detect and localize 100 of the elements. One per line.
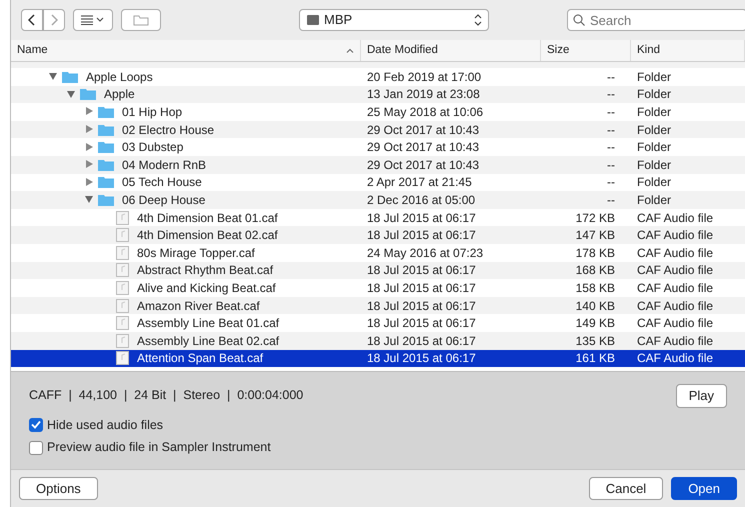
date-cell-text: 18 Jul 2015 at 06:17 [366, 210, 477, 227]
folder-name: 05 Tech House [122, 174, 202, 192]
drive-icon [306, 14, 320, 26]
date-cell-text: 24 May 2016 at 07:23 [366, 244, 484, 262]
size-cell-text: 178 KB [574, 244, 616, 262]
column-header[interactable]: Name [17, 42, 48, 60]
file-row[interactable]: Assembly Line Beat 02.caf 18 Jul 2015 at 06:17 135 KB CAF Audio file [11, 332, 745, 350]
size-cell-text: -- [606, 139, 616, 156]
size-cell-text: -- [606, 86, 616, 104]
back-button[interactable] [21, 9, 43, 31]
column-header[interactable]: Size [547, 42, 570, 60]
file-row[interactable]: Assembly Line Beat 01.caf 18 Jul 2015 at 06:17 149 KB CAF Audio file [11, 314, 745, 332]
audio-file-icon [116, 263, 129, 278]
file-row[interactable]: 80s Mirage Topper.caf 24 May 2016 at 07:23 178 KB CAF Audio file [11, 244, 745, 262]
date-cell-text: 29 Oct 2017 at 10:43 [366, 139, 480, 156]
dialog-button[interactable]: Cancel [588, 476, 664, 500]
play-button[interactable]: Play [676, 384, 727, 408]
size-cell-text: -- [606, 174, 616, 192]
disclosure-triangle-icon[interactable] [85, 178, 94, 187]
audio-file-icon [116, 246, 129, 260]
date-cell-text: 29 Oct 2017 at 10:43 [366, 122, 480, 139]
file-row[interactable]: 01 Hip Hop 25 May 2018 at 10:06 -- Folder [11, 103, 745, 121]
audio-info: CAFF | 44,100 | 24 Bit | Stereo | 0:00:04:000 [29, 387, 304, 404]
file-row[interactable]: 06 Deep House 2 Dec 2016 at 05:00 -- Folder [11, 191, 745, 209]
disclosure-triangle-icon[interactable] [67, 90, 76, 99]
date-cell-text: 18 Jul 2015 at 06:17 [366, 227, 477, 244]
folder-name: 01 Hip Hop [122, 104, 182, 121]
disclosure-triangle-icon[interactable] [85, 125, 94, 134]
size-cell-text: -- [606, 192, 616, 209]
file-row[interactable]: 4th Dimension Beat 02.caf 18 Jul 2015 at 06:17 147 KB CAF Audio file [11, 226, 745, 244]
location-dropdown[interactable]: MBP [299, 9, 489, 31]
folder-icon [98, 122, 114, 137]
audio-file-icon [116, 280, 129, 295]
file-name: Amazon River Beat.caf [137, 298, 260, 315]
file-row[interactable]: 03 Dubstep 29 Oct 2017 at 10:43 -- Folder [11, 138, 745, 156]
folder-icon [80, 87, 96, 102]
size-cell-text: -- [606, 68, 616, 86]
kind-cell-text: CAF Audio file [636, 280, 714, 297]
checkbox[interactable] [29, 418, 43, 432]
search-field[interactable]: Search [567, 9, 745, 31]
file-row[interactable]: 04 Modern RnB 29 Oct 2017 at 10:43 -- Folder [11, 156, 745, 174]
kind-cell-text: CAF Audio file [636, 227, 714, 244]
disclosure-triangle-icon[interactable] [85, 195, 94, 204]
folder-icon [98, 158, 114, 172]
date-cell-text: 25 May 2018 at 10:06 [366, 104, 484, 121]
folder-name: Apple Loops [86, 68, 153, 86]
size-cell-text: 161 KB [574, 350, 616, 368]
date-cell-text: 18 Jul 2015 at 06:17 [366, 280, 477, 297]
size-cell-text: 172 KB [574, 210, 616, 227]
disclosure-triangle-icon[interactable] [85, 107, 94, 116]
file-name: Assembly Line Beat 02.caf [137, 332, 280, 350]
file-name: Attention Span Beat.caf [137, 350, 264, 368]
disclosure-triangle-icon[interactable] [85, 142, 94, 152]
option-label: Preview audio file in Sampler Instrument [47, 439, 271, 456]
file-name: Alive and Kicking Beat.caf [137, 280, 276, 297]
file-row[interactable]: Attention Span Beat.caf 18 Jul 2015 at 06:17 161 KB CAF Audio file [11, 350, 745, 368]
audio-file-icon [116, 298, 129, 313]
audio-file-icon [116, 351, 129, 366]
disclosure-triangle-icon[interactable] [49, 72, 58, 82]
date-cell-text: 18 Jul 2015 at 06:17 [366, 332, 477, 350]
file-row[interactable]: Alive and Kicking Beat.caf 18 Jul 2015 at 06:17 158 KB CAF Audio file [11, 279, 745, 297]
new-folder-button[interactable] [121, 9, 161, 31]
kind-cell-text: Folder [636, 174, 672, 192]
column-header[interactable]: Date Modified [367, 42, 438, 60]
checkbox[interactable] [29, 440, 43, 455]
dialog-button[interactable]: Open [671, 476, 737, 500]
folder-icon [98, 192, 114, 207]
file-row[interactable]: Abstract Rhythm Beat.caf 18 Jul 2015 at 06:17 168 KB CAF Audio file [11, 262, 745, 280]
view-menu-button[interactable] [73, 9, 113, 31]
kind-cell-text: Folder [636, 122, 672, 139]
chevron-right-icon [50, 14, 58, 26]
kind-cell-text: Folder [636, 104, 672, 121]
file-row[interactable]: 05 Tech House 2 Apr 2017 at 21:45 -- Folder [11, 174, 745, 192]
folder-name: 04 Modern RnB [122, 156, 206, 174]
date-cell-text: 18 Jul 2015 at 06:17 [366, 350, 477, 368]
updown-icon [474, 14, 482, 26]
column-header[interactable]: Kind [637, 42, 660, 60]
file-name: 4th Dimension Beat 02.caf [137, 227, 278, 244]
disclosure-triangle-icon[interactable] [85, 160, 94, 170]
file-row[interactable]: Apple Loops 20 Feb 2019 at 17:00 -- Folder [11, 68, 745, 86]
date-cell-text: 2 Dec 2016 at 05:00 [366, 192, 476, 209]
kind-cell-text: CAF Audio file [636, 332, 714, 350]
size-cell-text: 140 KB [574, 298, 616, 315]
date-cell-text: 20 Feb 2019 at 17:00 [366, 68, 482, 86]
file-name: 80s Mirage Topper.caf [137, 244, 255, 262]
sort-ascending-icon [346, 48, 354, 53]
kind-cell-text: CAF Audio file [636, 298, 714, 315]
file-row[interactable]: Amazon River Beat.caf 18 Jul 2015 at 06:17 140 KB CAF Audio file [11, 296, 745, 314]
date-cell-text: 18 Jul 2015 at 06:17 [366, 315, 477, 332]
size-cell-text: -- [606, 104, 616, 121]
file-row[interactable]: 02 Electro House 29 Oct 2017 at 10:43 -- Folder [11, 120, 745, 138]
file-name: Abstract Rhythm Beat.caf [137, 262, 274, 280]
folder-name: Apple [104, 86, 135, 104]
file-row[interactable]: 4th Dimension Beat 01.caf 18 Jul 2015 at 06:17 172 KB CAF Audio file [11, 208, 745, 226]
audio-file-icon [116, 334, 129, 348]
size-cell-text: -- [606, 156, 616, 174]
file-row[interactable]: Apple 13 Jan 2019 at 23:08 -- Folder [11, 86, 745, 104]
folder-name: 06 Deep House [122, 192, 206, 209]
dialog-button[interactable]: Options [19, 476, 98, 500]
audio-file-icon [116, 210, 129, 225]
